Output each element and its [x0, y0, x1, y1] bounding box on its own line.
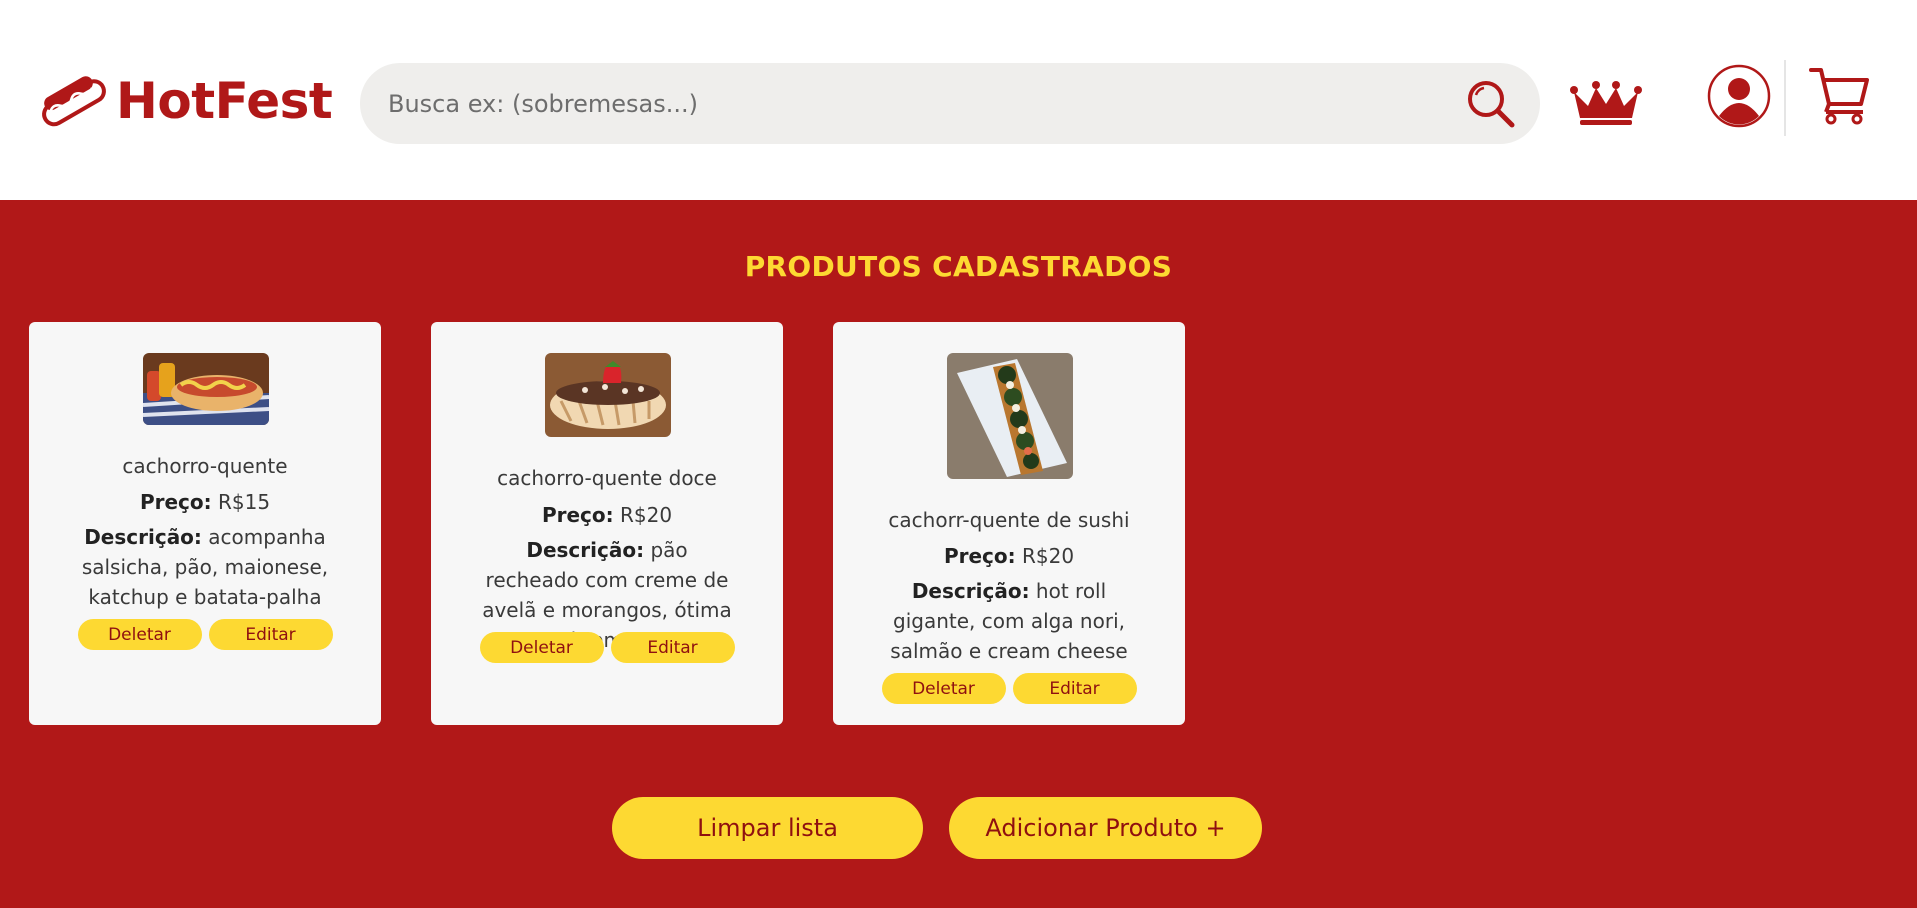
- description-label: Descrição:: [911, 579, 1030, 603]
- product-card: cachorro-quente Preço: R$15 Descrição: a…: [29, 322, 381, 725]
- add-product-button[interactable]: Adicionar Produto +: [949, 797, 1262, 859]
- price-value: R$20: [619, 503, 673, 527]
- user-avatar-icon[interactable]: [1707, 64, 1771, 128]
- product-name: cachorr-quente de sushi: [888, 508, 1130, 532]
- search-input[interactable]: [388, 89, 1428, 118]
- card-actions: Deletar Editar: [833, 673, 1185, 704]
- product-price: Preço: R$15: [29, 490, 381, 514]
- cart-icon[interactable]: [1809, 64, 1871, 126]
- product-name: cachorro-quente: [122, 454, 288, 478]
- search-icon[interactable]: [1464, 77, 1518, 131]
- brand-name: HotFest: [116, 72, 333, 130]
- product-card: cachorro-quente doce Preço: R$20 Descriç…: [431, 322, 783, 725]
- delete-button[interactable]: Deletar: [881, 673, 1006, 704]
- card-actions: Deletar Editar: [431, 632, 783, 663]
- description-label: Descrição:: [526, 538, 645, 562]
- product-image: [143, 353, 269, 425]
- clear-list-button[interactable]: Limpar lista: [612, 797, 923, 859]
- price-label: Preço:: [139, 490, 212, 514]
- product-name: cachorro-quente doce: [497, 466, 717, 490]
- price-value: R$15: [217, 490, 271, 514]
- edit-button[interactable]: Editar: [610, 632, 735, 663]
- edit-button[interactable]: Editar: [1012, 673, 1137, 704]
- delete-button[interactable]: Deletar: [77, 619, 202, 650]
- edit-button[interactable]: Editar: [208, 619, 333, 650]
- products-section: PRODUTOS CADASTRADOS cachorro-quente Pre…: [0, 200, 1917, 908]
- header: HotFest: [0, 0, 1917, 200]
- card-actions: Deletar Editar: [29, 619, 381, 650]
- price-value: R$20: [1021, 544, 1075, 568]
- delete-button[interactable]: Deletar: [479, 632, 604, 663]
- brand-logo[interactable]: HotFest: [38, 66, 333, 136]
- product-description: Descrição: hot roll gigante, com alga no…: [879, 576, 1139, 666]
- product-image: [947, 353, 1073, 479]
- header-divider: [1784, 60, 1786, 136]
- page-title: PRODUTOS CADASTRADOS: [744, 250, 1173, 283]
- price-label: Preço:: [943, 544, 1016, 568]
- crown-icon[interactable]: [1570, 78, 1642, 126]
- price-label: Preço:: [541, 503, 614, 527]
- search-bar: [360, 63, 1540, 144]
- product-price: Preço: R$20: [431, 503, 783, 527]
- product-price: Preço: R$20: [833, 544, 1185, 568]
- product-description: Descrição: acompanha salsicha, pão, maio…: [75, 522, 335, 612]
- product-image: [545, 353, 671, 437]
- hotdog-logo-icon: [42, 76, 106, 127]
- description-label: Descrição:: [84, 525, 202, 549]
- product-card: cachorr-quente de sushi Preço: R$20 Desc…: [833, 322, 1185, 725]
